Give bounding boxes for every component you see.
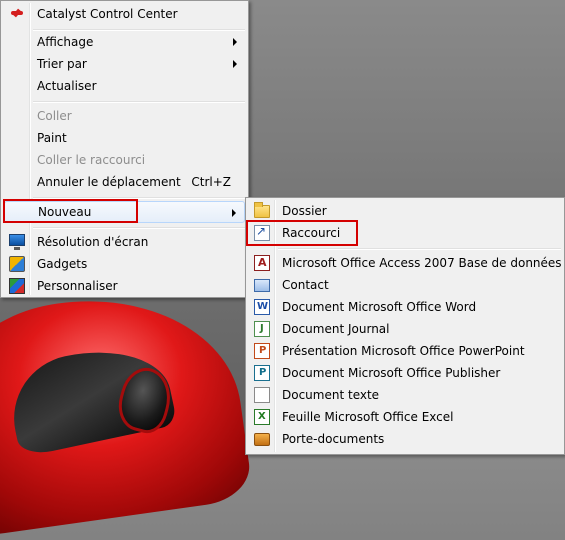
menu-item-label: Actualiser	[37, 79, 97, 93]
menu-item-gadgets[interactable]: Gadgets	[4, 253, 245, 275]
menu-item-catalyst-control-center[interactable]: Catalyst Control Center	[4, 3, 245, 25]
submenu-item-contact[interactable]: Contact	[249, 274, 561, 296]
access-icon	[254, 255, 270, 271]
menu-item-label: Présentation Microsoft Office PowerPoint	[282, 344, 525, 358]
menu-item-affichage[interactable]: Affichage	[4, 31, 245, 53]
shortcut-label: Ctrl+Z	[191, 175, 231, 189]
submenu-arrow-icon	[232, 209, 236, 217]
menu-item-label: Document Microsoft Office Publisher	[282, 366, 501, 380]
monitor-icon	[9, 234, 25, 250]
menu-item-label: Dossier	[282, 204, 327, 218]
personalize-icon	[9, 278, 25, 294]
menu-item-label: Porte-documents	[282, 432, 385, 446]
submenu-item-publisher[interactable]: Document Microsoft Office Publisher	[249, 362, 561, 384]
menu-separator	[278, 248, 561, 250]
highlight-box-nouveau	[3, 199, 138, 223]
menu-item-coller[interactable]: Coller	[4, 105, 245, 127]
text-document-icon	[254, 387, 270, 403]
submenu-item-access[interactable]: Microsoft Office Access 2007 Base de don…	[249, 252, 562, 274]
journal-icon	[254, 321, 270, 337]
submenu-item-dossier[interactable]: Dossier	[249, 200, 561, 222]
menu-item-label: Gadgets	[37, 257, 88, 271]
menu-item-label: Annuler le déplacement	[37, 175, 181, 189]
menu-item-label: Microsoft Office Access 2007 Base de don…	[282, 256, 562, 270]
publisher-icon	[254, 365, 270, 381]
submenu-arrow-icon	[233, 60, 237, 68]
menu-item-label: Affichage	[37, 35, 94, 49]
submenu-item-briefcase[interactable]: Porte-documents	[249, 428, 561, 450]
menu-item-label: Coller le raccourci	[37, 153, 146, 167]
folder-icon	[254, 202, 270, 218]
word-icon	[254, 299, 270, 315]
menu-item-label: Feuille Microsoft Office Excel	[282, 410, 454, 424]
submenu-item-word[interactable]: Document Microsoft Office Word	[249, 296, 561, 318]
submenu-item-excel[interactable]: Feuille Microsoft Office Excel	[249, 406, 561, 428]
menu-item-annuler-deplacement[interactable]: Annuler le déplacement Ctrl+Z	[4, 171, 245, 193]
highlight-box-raccourci	[246, 220, 358, 246]
menu-item-label: Contact	[282, 278, 329, 292]
gadgets-icon	[9, 256, 25, 272]
menu-separator	[33, 227, 245, 229]
briefcase-icon	[254, 433, 270, 446]
menu-item-label: Résolution d'écran	[37, 235, 149, 249]
menu-item-coller-le-raccourci[interactable]: Coller le raccourci	[4, 149, 245, 171]
desktop-context-menu: Catalyst Control Center Affichage Trier …	[0, 0, 249, 298]
submenu-arrow-icon	[233, 38, 237, 46]
excel-icon	[254, 409, 270, 425]
menu-item-trier-par[interactable]: Trier par	[4, 53, 245, 75]
menu-item-resolution-ecran[interactable]: Résolution d'écran	[4, 231, 245, 253]
submenu-item-journal[interactable]: Document Journal	[249, 318, 561, 340]
menu-item-personnaliser[interactable]: Personnaliser	[4, 275, 245, 297]
menu-item-label: Trier par	[37, 57, 87, 71]
submenu-item-text-document[interactable]: Document texte	[249, 384, 561, 406]
menu-separator	[33, 101, 245, 103]
menu-item-paint[interactable]: Paint	[4, 127, 245, 149]
menu-item-label: Document Journal	[282, 322, 390, 336]
menu-item-label: Document Microsoft Office Word	[282, 300, 477, 314]
submenu-item-powerpoint[interactable]: Présentation Microsoft Office PowerPoint	[249, 340, 561, 362]
contact-icon	[254, 279, 270, 292]
catalyst-icon	[9, 6, 25, 22]
menu-item-label: Coller	[37, 109, 72, 123]
menu-item-actualiser[interactable]: Actualiser	[4, 75, 245, 97]
menu-item-label: Paint	[37, 131, 67, 145]
powerpoint-icon	[254, 343, 270, 359]
menu-item-label: Document texte	[282, 388, 380, 402]
menu-item-label: Personnaliser	[37, 279, 118, 293]
menu-item-label: Catalyst Control Center	[37, 7, 178, 21]
